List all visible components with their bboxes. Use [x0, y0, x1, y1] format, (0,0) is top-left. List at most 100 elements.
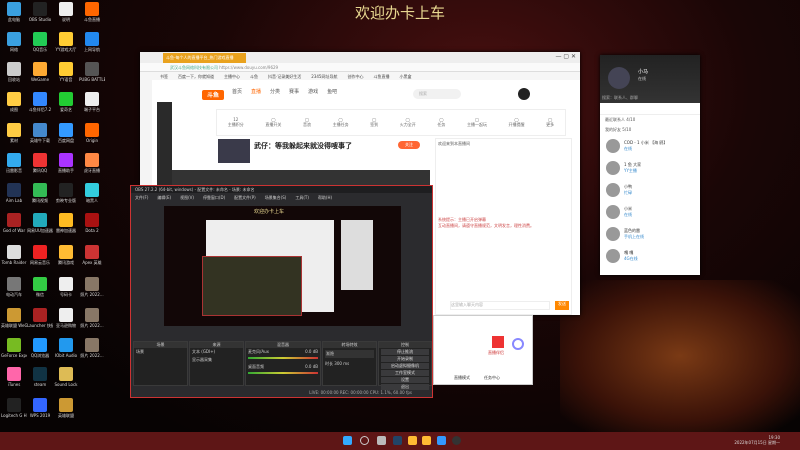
toolbar-item[interactable]: ◯ 音浪 [303, 117, 311, 128]
menu-item[interactable]: 工具(T) [295, 195, 309, 200]
desktop-icon[interactable]: GeForce Experience [1, 338, 27, 358]
desktop-icon[interactable]: 此电脑 [1, 2, 27, 22]
duration-input[interactable]: 300 ms [334, 361, 349, 366]
bookmark-item[interactable]: 主播中心 [224, 74, 240, 79]
desktop-icon[interactable]: 腾讯视频 [27, 183, 53, 203]
desktop-icon[interactable]: WPS 2019 [27, 398, 53, 418]
bookmark-item[interactable]: 创作中心 [347, 74, 363, 79]
menu-item[interactable]: 帮助(H) [318, 195, 332, 200]
bookmark-item[interactable]: 小黑盒 [399, 74, 411, 79]
desktop-icon[interactable]: 号码卡 [53, 277, 79, 297]
desktop-icon[interactable]: QQ音乐 [27, 32, 53, 52]
toolbar-item[interactable]: ◯ 火力全开 [400, 117, 416, 128]
nav-item[interactable]: 鱼吧 [327, 88, 337, 95]
address-bar[interactable]: 武汉斗鱼网络科技有限公司 https://www.douyu.com/9629 [140, 63, 580, 72]
desktop-icon[interactable]: WeGame [27, 62, 53, 82]
desktop-icon[interactable]: YY语音 [53, 62, 79, 82]
user-avatar[interactable] [518, 88, 530, 100]
qq-tabs[interactable] [600, 103, 700, 115]
bookmark-item[interactable]: 书签 [160, 74, 168, 79]
site-search-input[interactable]: 搜索 [413, 89, 461, 99]
bookmark-item[interactable]: 斗鱼 [250, 74, 258, 79]
desktop-icon[interactable]: 直播助手 [53, 153, 79, 173]
desktop-icon[interactable]: 网络 [1, 32, 27, 52]
nav-item[interactable]: 首页 [232, 88, 242, 95]
desktop-icon[interactable]: 亚马逊购物 [53, 308, 79, 328]
desktop-icon[interactable]: 照片 2022... [79, 338, 105, 358]
steam-icon[interactable] [393, 436, 402, 445]
desktop-icon[interactable]: 说明 [53, 2, 79, 22]
transition-select[interactable]: 渐隐 [325, 350, 374, 358]
desktop-icon[interactable]: Logitech G HUB [1, 398, 27, 418]
desktop-icon[interactable]: Dota 2 [79, 213, 105, 233]
control-button[interactable]: 停止推流 [381, 349, 429, 355]
toolbar-item[interactable]: ◯ 主播任务 [333, 117, 349, 128]
qq-avatar[interactable] [608, 67, 630, 89]
companion-icon[interactable] [492, 336, 504, 348]
desktop-icon[interactable]: QQ浏览器 [27, 338, 53, 358]
desktop-icon[interactable]: 英雄联盟 [53, 398, 79, 418]
desktop-icon[interactable]: 雷神加速器 [53, 213, 79, 233]
desktop-icon[interactable]: 电动汽车 [1, 277, 27, 297]
toolbar-item[interactable]: ◯ 任务 [437, 117, 445, 128]
desktop-icon[interactable]: IObit Audio [53, 338, 79, 358]
desktop-icon[interactable]: 腾讯QQ [27, 153, 53, 173]
desktop-icon[interactable]: 爱奇艺 [53, 92, 79, 112]
qq-search-input[interactable]: 搜索：联系人、群聊 [602, 95, 638, 101]
obs-icon[interactable] [452, 436, 461, 445]
toolbar-item[interactable]: ◯ 签到 [370, 117, 378, 128]
desktop-icon[interactable]: 斗鱼伴侣7.2 [27, 92, 53, 112]
mode-button[interactable]: 直播模式 [454, 375, 470, 381]
control-button[interactable]: 开始录制 [381, 356, 429, 362]
nav-item[interactable]: 分类 [270, 88, 280, 95]
desktop-icon[interactable]: 网易UU加速器 [27, 213, 53, 233]
friend-item[interactable]: 蓝色的雷 手机上在线 [600, 223, 700, 245]
url-text[interactable]: https://www.douyu.com/9629 [219, 65, 278, 70]
yy-icon[interactable] [408, 436, 417, 445]
toolbar-item[interactable]: ◯ 更多 [546, 117, 554, 128]
nav-item[interactable]: 直播 [251, 88, 261, 95]
desktop-icon[interactable]: 英雄牛下载 [27, 123, 53, 143]
friend-item[interactable]: 1 鱼 大家 YY主播 [600, 157, 700, 179]
desktop-icon[interactable]: Aim Lab [1, 183, 27, 203]
yy-icon[interactable] [422, 436, 431, 445]
source-item[interactable]: 文本 (GDI+) [190, 348, 243, 356]
desktop-icon[interactable]: Launcher 快捷方式 [27, 308, 53, 328]
file-explorer-icon[interactable] [377, 436, 386, 445]
follow-button[interactable]: 关注 [398, 141, 420, 149]
desktop-icon[interactable]: 端子平台 [79, 92, 105, 112]
friend-item[interactable]: 小鸭 忙碌 [600, 179, 700, 201]
nav-item[interactable]: 游戏 [308, 88, 318, 95]
friend-item[interactable]: 嘎 嘎 4G在线 [600, 245, 700, 267]
menu-item[interactable]: 配置文件(P) [234, 195, 256, 200]
window-controls[interactable]: — ▢ ✕ [555, 53, 576, 60]
send-button[interactable]: 发送 [555, 301, 569, 310]
toolbar-item[interactable]: ◯ 直播开关 [265, 117, 281, 128]
menu-item[interactable]: 视图(V) [180, 195, 194, 200]
control-button[interactable]: 工作室模式 [381, 370, 429, 376]
desktop-icon[interactable]: 照片 2022... [79, 308, 105, 328]
clock[interactable]: 19:30 2022年07月15日 星期一 [734, 435, 780, 445]
bookmark-item[interactable]: 百度一下，你就知道 [178, 74, 214, 79]
nav-item[interactable]: 赛事 [289, 88, 299, 95]
desktop-icon[interactable]: 上网导航 [79, 32, 105, 52]
desktop-icon[interactable]: 斗鱼直播 [79, 2, 105, 22]
friend-item[interactable]: COD - 1 小米 【海 鸥】 在线 [600, 135, 700, 157]
toolbar-item[interactable]: ◯ 开播提醒 [509, 117, 525, 128]
desktop-icon[interactable]: 剪映专业版 [53, 183, 79, 203]
desktop-icon[interactable]: 成图 [1, 92, 27, 112]
scene-item[interactable]: 场景 [134, 348, 187, 356]
toolbar-item[interactable]: ◯ 主播一起玩 [467, 117, 487, 128]
bookmark-item[interactable]: 斗鱼直播 [373, 74, 389, 79]
qq-group[interactable]: 我的好友 5/10 [600, 125, 700, 135]
desktop-icon[interactable]: 网易云音乐 [27, 245, 53, 265]
menu-item[interactable]: 场景集合(S) [265, 195, 287, 200]
menu-item[interactable]: 编辑(E) [157, 195, 171, 200]
qq-group[interactable]: 最近联系人 4/10 [600, 115, 700, 125]
bookmark-item[interactable]: 2345网址导航 [311, 74, 337, 79]
record-icon[interactable] [512, 338, 524, 350]
desktop-icon[interactable]: 虎牙直播 [79, 153, 105, 173]
desktop-icon[interactable]: YY游戏大厅 [53, 32, 79, 52]
desktop-icon[interactable]: Sound Lock [53, 367, 79, 387]
desktop-icon[interactable]: steam [27, 367, 53, 387]
